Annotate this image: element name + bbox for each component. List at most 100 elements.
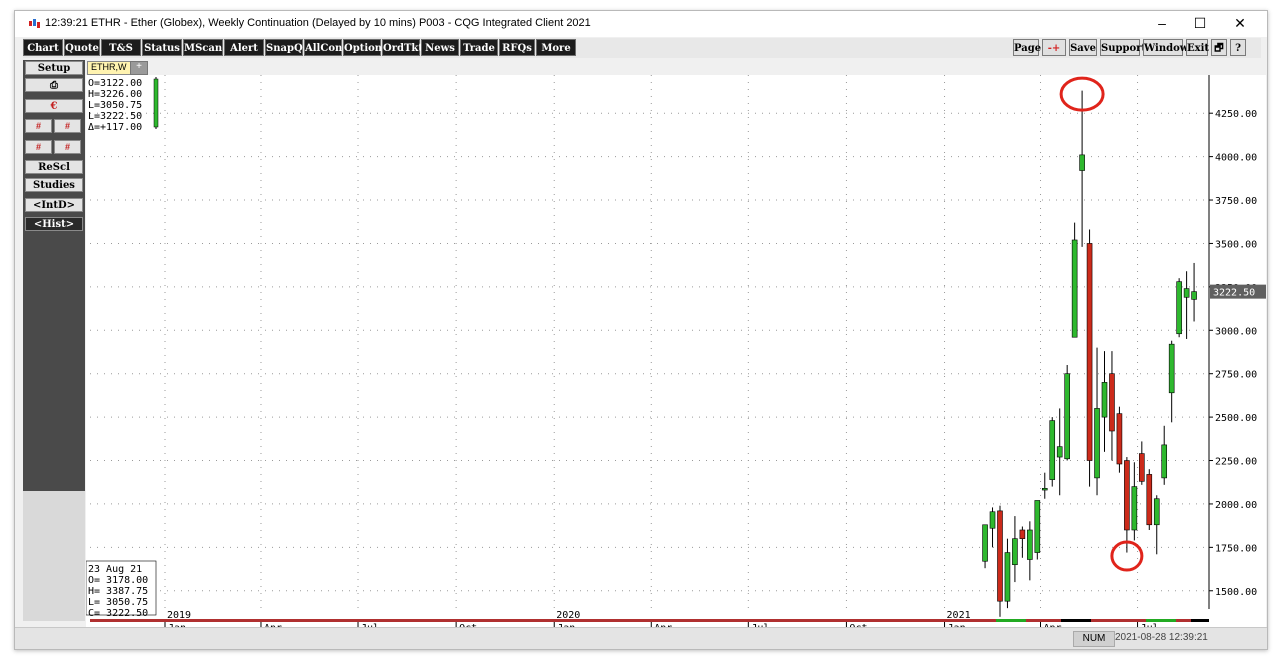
- ohlc-readout-bottom-line: L= 3050.75: [88, 597, 148, 608]
- candle: [1034, 500, 1041, 560]
- toolbar-trade-button[interactable]: Trade: [460, 39, 498, 56]
- candle-body: [1049, 420, 1056, 480]
- readout-candle-body: [153, 78, 159, 128]
- toolbar-exit-button[interactable]: Exit: [1186, 39, 1209, 56]
- candle-body: [1183, 288, 1190, 298]
- toolbar-save-button[interactable]: Save: [1069, 39, 1097, 56]
- candle-body: [1064, 373, 1070, 460]
- candle-body: [1168, 343, 1175, 394]
- toolbar-ordtkt-button[interactable]: OrdTkt: [382, 39, 423, 56]
- status-time: 2021-08-28 12:39:21: [1115, 632, 1208, 643]
- toolbar-quote-button[interactable]: Quote: [64, 39, 100, 56]
- hash-icon: #: [35, 121, 41, 131]
- toolbar-mscan-button[interactable]: MScan: [183, 39, 223, 56]
- candle-body: [1019, 529, 1026, 539]
- close-button[interactable]: ✕: [1217, 11, 1263, 37]
- x-axis-band-dark: [1061, 619, 1091, 622]
- candle: [1176, 278, 1182, 338]
- grid-button-b[interactable]: #: [54, 140, 81, 154]
- y-tick-label: 4250.00: [1215, 109, 1257, 120]
- candle-body: [1079, 154, 1085, 171]
- toolbar-alert-button[interactable]: Alert: [224, 39, 264, 56]
- studies-button[interactable]: Studies: [25, 178, 83, 192]
- candle-body: [1086, 243, 1093, 461]
- toolbar-allcon-button[interactable]: AllCon: [304, 39, 342, 56]
- x-year-label: 2019: [167, 610, 191, 621]
- y-tick-label: 3750.00: [1215, 196, 1257, 207]
- candle: [1071, 222, 1078, 338]
- ohlc-readout-top-line: H=3226.00: [88, 89, 142, 100]
- price-chart[interactable]: 1500.00 1750.00 2000.00 2250.00 2500.00 2750.…: [86, 75, 1266, 627]
- candle-body: [1012, 538, 1018, 566]
- toolbar-restore-button[interactable]: 🗗: [1211, 39, 1227, 56]
- intraday-button[interactable]: <IntD>: [25, 198, 83, 212]
- toolbar-news-button[interactable]: News: [421, 39, 459, 56]
- toolbar-more-button[interactable]: More: [536, 39, 576, 56]
- y-tick-label: 2250.00: [1215, 457, 1257, 468]
- y-tick-label: 2500.00: [1215, 413, 1257, 424]
- compare-button-b[interactable]: #: [54, 119, 81, 133]
- candle-body: [1034, 500, 1041, 553]
- x-axis-band: [90, 619, 1209, 622]
- candle-body: [1004, 552, 1011, 602]
- toolbar-support-button[interactable]: Support: [1100, 39, 1146, 56]
- chart-tab-strip: ETHR,W +: [86, 60, 1266, 75]
- historical-button[interactable]: <Hist>: [25, 217, 83, 231]
- rescale-button[interactable]: ReScl: [25, 160, 83, 174]
- currency-icon: €: [50, 101, 58, 112]
- toolbar-options-button[interactable]: Options: [343, 39, 388, 56]
- compare-button-a[interactable]: #: [25, 119, 52, 133]
- x-year-label: 2020: [556, 610, 580, 621]
- ohlc-readout-bottom-line: O= 3178.00: [88, 575, 148, 586]
- candle: [997, 505, 1003, 617]
- y-tick-label: 1500.00: [1215, 587, 1257, 598]
- candle-body: [1027, 529, 1033, 560]
- candle: [1064, 365, 1070, 461]
- chart-sidebar: Setup ⎙ € # # # # ReScl Studies <IntD> <…: [23, 60, 85, 491]
- status-bar: NUM 2021-08-28 12:39:21: [15, 627, 1267, 649]
- ohlc-readout-bottom-line: 23 Aug 21: [88, 564, 142, 575]
- ohlc-readout-top-line: O=3122.00: [88, 78, 142, 89]
- candle-body: [982, 524, 988, 562]
- candle-body: [997, 510, 1003, 602]
- setup-button[interactable]: Setup: [25, 61, 83, 75]
- y-tick-label: 3500.00: [1215, 239, 1257, 250]
- toolbar-status-button[interactable]: Status: [142, 39, 182, 56]
- toolbar-page-button[interactable]: Page: [1013, 39, 1041, 56]
- y-tick-label: 1750.00: [1215, 543, 1257, 554]
- candle-body: [1161, 444, 1168, 479]
- main-toolbar: Chart Quote T&S Status MScan Alert SnapQ AllCon…: [23, 38, 1261, 58]
- app-window: 12:39:21 ETHR - Ether (Globex), Weekly C…: [14, 10, 1268, 650]
- ohlc-readout-bottom-line: C= 3222.50: [88, 608, 148, 619]
- grid-button-a[interactable]: #: [25, 140, 52, 154]
- tab-ethr-weekly[interactable]: ETHR,W: [87, 61, 131, 75]
- toolbar-snapq-button[interactable]: SnapQ: [265, 39, 303, 56]
- candle-body: [1139, 453, 1145, 482]
- ohlc-readout-top-line: L=3050.75: [88, 100, 142, 111]
- x-axis-band-up: [996, 619, 1026, 622]
- add-tab-button[interactable]: +: [130, 61, 148, 75]
- candle-body: [1124, 460, 1130, 531]
- candle-body: [1101, 382, 1108, 418]
- ohlc-readout-top-line: Δ=+117.00: [88, 122, 142, 133]
- hash-icon: #: [64, 121, 70, 131]
- toolbar-help-button[interactable]: ?: [1230, 39, 1246, 56]
- num-lock-indicator: NUM: [1073, 631, 1115, 647]
- candle: [1116, 406, 1123, 473]
- x-axis-band-dark: [1191, 619, 1209, 622]
- candle-body: [1153, 498, 1160, 526]
- toolbar-rfqs-button[interactable]: RFQs: [499, 39, 535, 56]
- title-bar: 12:39:21 ETHR - Ether (Globex), Weekly C…: [15, 11, 1267, 37]
- y-tick-label: 4000.00: [1215, 153, 1257, 164]
- toolbar-window-button[interactable]: Window: [1143, 39, 1188, 56]
- candle-body: [1056, 446, 1063, 458]
- printer-icon: ⎙: [50, 80, 58, 91]
- y-tick-label: 3000.00: [1215, 326, 1257, 337]
- toolbar-ts-button[interactable]: T&S: [101, 39, 141, 56]
- x-year-label: 2021: [947, 610, 971, 621]
- currency-button[interactable]: €: [25, 99, 83, 113]
- toolbar-chart-button[interactable]: Chart: [23, 39, 63, 56]
- hash-icon: #: [35, 142, 41, 152]
- print-button[interactable]: ⎙: [25, 78, 83, 92]
- toolbar-zoom-button[interactable]: -+: [1042, 39, 1066, 56]
